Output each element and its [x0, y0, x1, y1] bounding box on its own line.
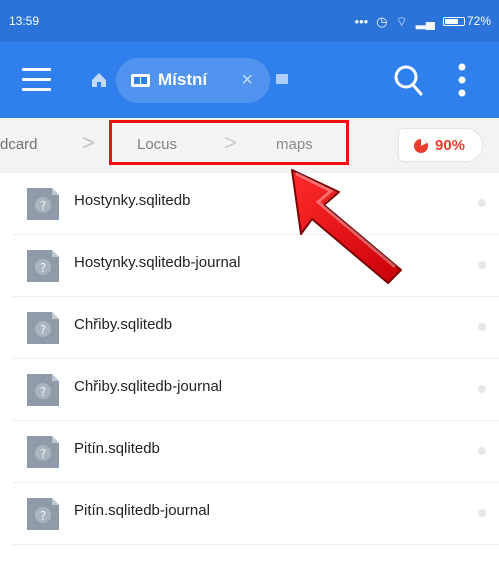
selection-dot[interactable] [478, 385, 486, 393]
next-tab-icon[interactable] [276, 74, 288, 84]
file-row-hostynky-sqlitedb[interactable]: ? Hostynky.sqlitedb [0, 173, 499, 235]
pie-chart-icon [414, 139, 428, 153]
more-options-icon[interactable] [456, 62, 468, 98]
unknown-file-icon: ? [27, 374, 59, 406]
unknown-file-icon: ? [27, 436, 59, 468]
unknown-file-icon: ? [27, 250, 59, 282]
alarm-icon: ◷ [376, 13, 388, 29]
status-bar: 13:59 ••• ◷ ⌔ ▂▄ 72% [0, 0, 499, 42]
file-name: Hostynky.sqlitedb-journal [74, 254, 241, 271]
local-tab-label: Místní [158, 70, 208, 89]
svg-text:?: ? [40, 261, 46, 275]
file-list: ? Hostynky.sqlitedb ? Hostynky.sqlitedb-… [0, 173, 499, 579]
selection-dot[interactable] [478, 199, 486, 207]
unknown-file-icon: ? [27, 498, 59, 530]
file-name: Hostynky.sqlitedb [74, 192, 191, 209]
battery-percent: 72% [466, 14, 491, 28]
svg-text:?: ? [40, 509, 46, 523]
file-row-chriby-sqlitedb[interactable]: ? Chřiby.sqlitedb [0, 297, 499, 359]
wifi-icon: ⌔ [395, 13, 408, 29]
svg-text:?: ? [40, 385, 46, 399]
selection-dot[interactable] [478, 509, 486, 517]
menu-drawer-icon[interactable] [22, 66, 51, 94]
file-row-chriby-sqlitedb-journal[interactable]: ? Chřiby.sqlitedb-journal [0, 359, 499, 421]
local-tab[interactable]: Místní × [116, 58, 270, 103]
path-highlight-box [109, 120, 349, 165]
status-icons: ••• ◷ ⌔ ▂▄ 72% [355, 0, 491, 42]
search-icon[interactable] [392, 63, 424, 97]
svg-text:?: ? [40, 323, 46, 337]
notification-more-icon: ••• [354, 13, 369, 29]
signal-icon: ▂▄ [415, 13, 435, 29]
file-row-pitin-sqlitedb[interactable]: ? Pitín.sqlitedb [0, 421, 499, 483]
file-row-pitin-sqlitedb-journal[interactable]: ? Pitín.sqlitedb-journal [0, 483, 499, 545]
file-name: Chřiby.sqlitedb-journal [74, 378, 223, 395]
selection-dot[interactable] [478, 447, 486, 455]
file-name: Pitín.sqlitedb [74, 440, 160, 457]
app-bar: Místní × [0, 42, 499, 118]
breadcrumb-separator: > [82, 130, 95, 155]
battery-indicator: 72% [442, 0, 491, 42]
selection-dot[interactable] [478, 323, 486, 331]
close-tab-icon[interactable]: × [241, 70, 253, 90]
unknown-file-icon: ? [27, 312, 59, 344]
file-name: Chřiby.sqlitedb [74, 316, 173, 333]
svg-text:?: ? [40, 447, 46, 461]
status-time: 13:59 [9, 14, 40, 28]
file-row-hostynky-sqlitedb-journal[interactable]: ? Hostynky.sqlitedb-journal [0, 235, 499, 297]
storage-percent: 90% [435, 137, 466, 154]
breadcrumb-item-sdcard[interactable]: dcard [0, 136, 38, 153]
battery-icon [442, 16, 465, 26]
home-icon[interactable] [90, 71, 108, 89]
file-name: Pitín.sqlitedb-journal [74, 502, 210, 519]
selection-dot[interactable] [478, 261, 486, 269]
unknown-file-icon: ? [27, 188, 59, 220]
folder-tab-icon [131, 74, 150, 87]
svg-text:?: ? [40, 199, 46, 213]
storage-usage-badge[interactable]: 90% [398, 128, 483, 162]
